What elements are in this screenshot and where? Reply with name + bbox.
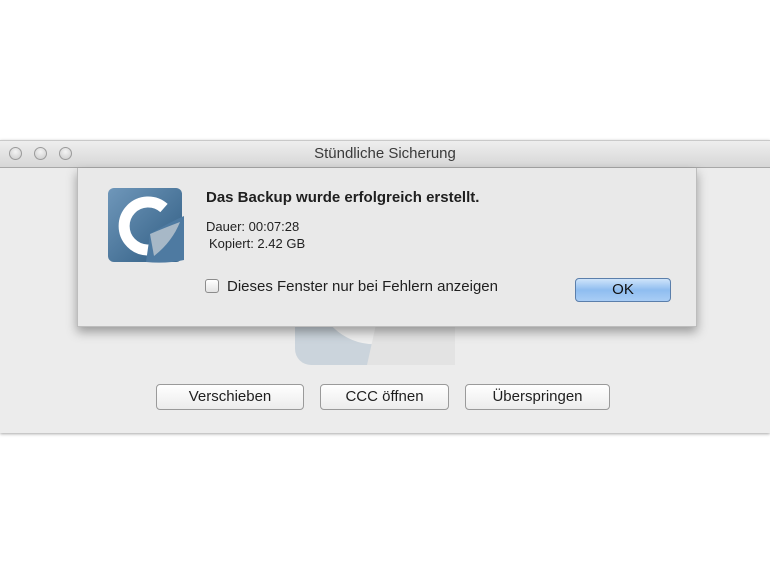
main-window: Stündliche Sicherung Verschieben CCC öff…	[0, 140, 770, 433]
headline: Das Backup wurde erfolgreich erstellt.	[206, 189, 480, 206]
window-title: Stündliche Sicherung	[314, 145, 456, 162]
copied-text: Kopiert: 2.42 GB	[209, 236, 306, 251]
ccc-logo-icon	[108, 188, 184, 263]
completion-sheet: Das Backup wurde erfolgreich erstellt. D…	[77, 168, 697, 327]
errors-only-checkbox-label[interactable]: Dieses Fenster nur bei Fehlern anzeigen	[227, 278, 498, 295]
title-bar: Stündliche Sicherung	[0, 141, 770, 168]
ok-button[interactable]: OK	[575, 278, 671, 302]
errors-only-checkbox[interactable]	[205, 279, 219, 293]
open-ccc-button[interactable]: CCC öffnen	[320, 384, 449, 410]
move-button[interactable]: Verschieben	[156, 384, 304, 410]
skip-button[interactable]: Überspringen	[465, 384, 610, 410]
duration-text: Dauer: 00:07:28	[206, 219, 300, 234]
